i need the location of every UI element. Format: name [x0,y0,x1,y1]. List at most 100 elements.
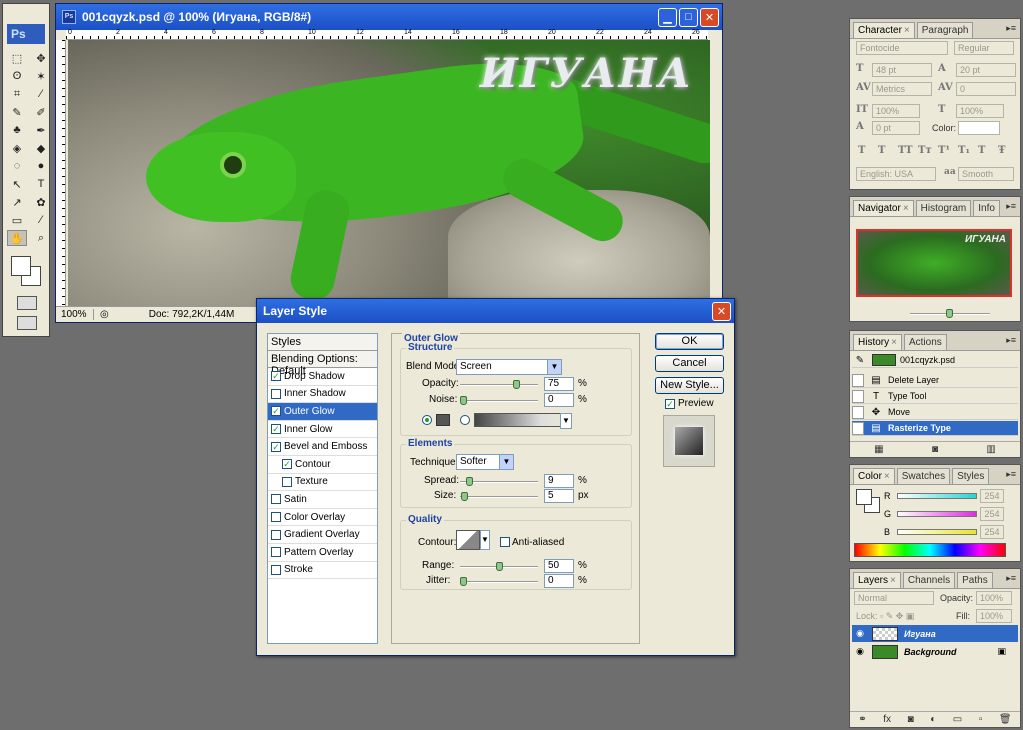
tracking-field[interactable]: 0 [956,82,1016,96]
panel-menu-icon[interactable]: ▸≡ [1006,23,1016,34]
subscript-button[interactable]: T₁ [958,145,970,156]
adjustment-icon[interactable]: ◐ [930,714,936,725]
style-checkbox[interactable]: ✓ [271,371,281,382]
lasso-tool-icon[interactable]: ʘ [7,68,27,84]
size-input[interactable]: 5 [544,489,574,503]
close-tab-icon[interactable]: × [891,337,897,348]
slice-tool-icon[interactable]: ⁄ [31,86,51,102]
color-spectrum[interactable] [854,543,1006,557]
doc-info[interactable]: Doc: 792,2K/1,44M [149,309,235,320]
faux-italic-button[interactable]: T [878,145,885,156]
tab-info[interactable]: Info [973,200,1000,216]
layer-blend-select[interactable]: Normal [854,591,934,605]
vertical-scale-field[interactable]: 100% [872,104,920,118]
jitter-slider[interactable] [460,577,538,586]
blending-options[interactable]: Blending Options: Default [268,351,377,377]
path-select-tool-icon[interactable]: ↖ [7,176,27,192]
font-family-select[interactable]: Fontocide [856,41,948,55]
noise-slider[interactable] [460,396,538,405]
eyedropper-tool-icon[interactable]: ⁄ [31,212,51,228]
link-icon[interactable]: ⚭ [858,714,866,725]
layer-row[interactable]: ◉ Background ▣ [852,643,1018,660]
gradient-dropdown[interactable]: ▼ [560,413,572,429]
strikethrough-button[interactable]: Ŧ [998,145,1005,156]
tab-paragraph[interactable]: Paragraph [916,22,974,38]
tab-character[interactable]: Character × [853,22,915,38]
blur-tool-icon[interactable]: ◌ [7,158,27,174]
text-color-swatch[interactable] [958,121,1000,135]
technique-select[interactable]: Softer ▼ [456,454,514,470]
kerning-field[interactable]: Metrics [872,82,932,96]
noise-slider-thumb[interactable] [460,396,467,405]
style-checkbox[interactable]: ✓ [271,441,281,452]
style-checkbox[interactable] [271,547,281,558]
range-slider-thumb[interactable] [495,562,503,571]
tab-channels[interactable]: Channels [902,572,956,588]
fx-icon[interactable]: fx [883,714,891,725]
healing-tool-icon[interactable]: ✎ [7,104,27,120]
trash-icon[interactable]: ▥ [986,444,995,455]
dialog-close-button[interactable]: ✕ [712,301,731,321]
opacity-slider[interactable] [460,380,538,389]
document-canvas[interactable]: ИГУАНА [68,40,710,308]
blend-mode-select[interactable]: Screen ▼ [456,359,562,375]
group-icon[interactable]: ▭ [953,714,962,725]
close-button[interactable]: ✕ [700,7,719,27]
style-item-outer-glow[interactable]: ✓ Outer Glow [268,403,377,421]
leading-field[interactable]: 20 pt [956,63,1016,77]
solid-color-radio[interactable] [422,415,432,425]
foreground-color-swatch[interactable] [11,256,31,276]
opacity-slider-thumb[interactable] [513,380,521,389]
camera-icon[interactable]: ◙ [932,444,938,455]
jitter-input[interactable]: 0 [544,574,574,588]
navigator-zoom-thumb[interactable] [946,309,953,318]
eraser-tool-icon[interactable]: ◈ [7,140,27,156]
underline-button[interactable]: T [978,145,985,156]
channel-slider-b[interactable] [897,529,977,535]
size-slider-thumb[interactable] [461,492,469,501]
history-source-checkbox[interactable] [852,421,864,435]
channel-value-r[interactable]: 254 [980,489,1004,503]
navigator-thumbnail[interactable]: ИГУАНА [856,229,1012,297]
history-item[interactable]: ✥ Move [852,405,1018,420]
magic-wand-tool-icon[interactable]: ✶ [31,68,51,84]
brush-tool-icon[interactable]: ✐ [31,104,51,120]
stamp-tool-icon[interactable]: ♣ [7,122,27,138]
contour-picker[interactable] [456,530,480,550]
dialog-titlebar[interactable]: Layer Style ✕ [257,299,734,323]
size-slider[interactable] [460,492,538,501]
style-checkbox[interactable]: ✓ [271,406,281,417]
tab-history[interactable]: History × [853,334,902,350]
contour-dropdown[interactable]: ▼ [480,530,490,550]
layer-name[interactable]: Background [904,647,957,657]
panel-menu-icon[interactable]: ▸≡ [1006,201,1016,212]
style-checkbox[interactable] [282,476,292,487]
baseline-shift-field[interactable]: 0 pt [872,121,920,135]
style-item-drop-shadow[interactable]: ✓ Drop Shadow [268,368,377,386]
layer-name[interactable]: Игуана [904,629,936,639]
style-item-color-overlay[interactable]: Color Overlay [268,509,377,527]
shape-tool-icon[interactable]: ✿ [31,194,51,210]
style-checkbox[interactable] [271,494,281,505]
styles-header[interactable]: Styles [268,334,377,351]
opacity-input[interactable]: 75 [544,377,574,391]
history-item[interactable]: T Type Tool [852,389,1018,404]
minimize-button[interactable]: ▁ [658,7,677,27]
dodge-tool-icon[interactable]: ● [31,158,51,174]
layer-row[interactable]: ◉ Игуана [852,625,1018,642]
close-tab-icon[interactable]: × [884,471,890,482]
pen-tool-icon[interactable]: ↗ [7,194,27,210]
superscript-button[interactable]: T¹ [938,145,950,156]
history-brush-tool-icon[interactable]: ✒ [31,122,51,138]
history-source-checkbox[interactable] [852,373,864,387]
channel-value-b[interactable]: 254 [980,525,1004,539]
gradient-tool-icon[interactable]: ◆ [31,140,51,156]
tab-actions[interactable]: Actions [903,334,947,350]
style-checkbox[interactable]: ✓ [282,459,292,470]
panel-menu-icon[interactable]: ▸≡ [1006,469,1016,480]
tab-swatches[interactable]: Swatches [896,468,951,484]
new-style-button[interactable]: New Style... [655,377,724,394]
crop-tool-icon[interactable]: ⌗ [7,86,27,102]
document-titlebar[interactable]: Ps 001cqyzk.psd @ 100% (Игуана, RGB/8#) … [56,4,722,30]
tab-histogram[interactable]: Histogram [915,200,972,216]
